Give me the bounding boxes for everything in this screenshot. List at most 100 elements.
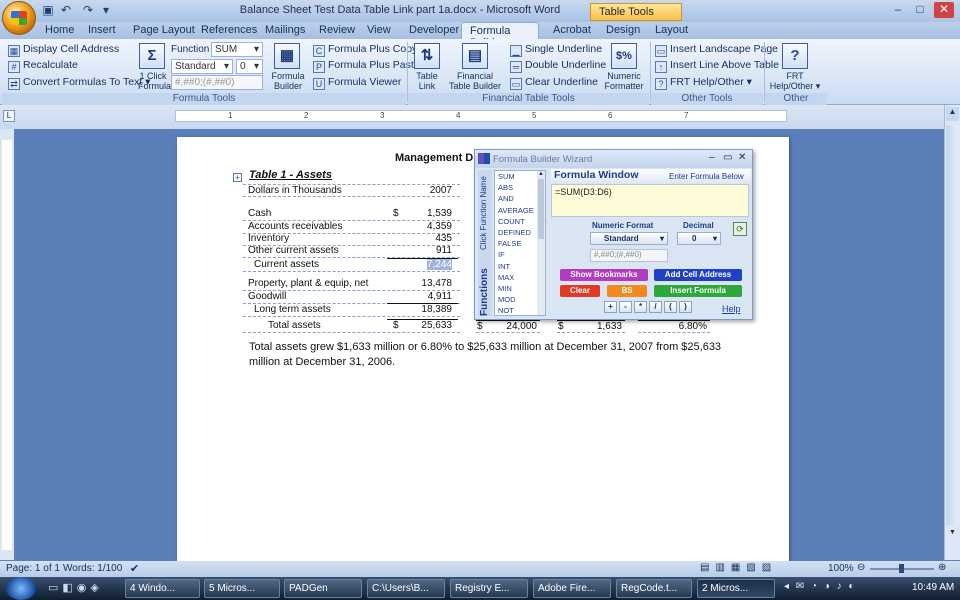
table-row[interactable]: Cash $1,539 xyxy=(243,208,460,221)
clear-underline-button[interactable]: ▭ Clear Underline xyxy=(510,76,598,90)
zoom-in-icon[interactable]: ⊕ xyxy=(938,562,946,573)
tab-home[interactable]: Home xyxy=(45,22,74,39)
function-item[interactable]: ABS xyxy=(498,183,513,192)
minimize-button[interactable]: – xyxy=(888,2,908,18)
quick-launch-icons[interactable]: ▭◧◉◈ xyxy=(48,581,103,594)
tab-insert[interactable]: Insert xyxy=(88,22,116,39)
proofing-icon[interactable]: ✔ xyxy=(130,562,139,575)
function-item[interactable]: FALSE xyxy=(498,239,521,248)
help-link[interactable]: Help xyxy=(722,304,741,314)
zoom-slider-thumb[interactable] xyxy=(899,564,904,573)
convert-formulas-button[interactable]: ⇄ Convert Formulas To Text ▾ xyxy=(8,76,150,90)
tab-references[interactable]: References xyxy=(201,22,257,39)
tab-review[interactable]: Review xyxy=(319,22,355,39)
horizontal-ruler[interactable]: 1 2 3 4 5 6 7 xyxy=(175,110,787,122)
format-select[interactable]: Standard ▾ xyxy=(171,59,233,74)
zoom-out-icon[interactable]: ⊖ xyxy=(857,562,865,573)
scroll-down-icon[interactable]: ▼ xyxy=(946,529,959,539)
page-count[interactable]: Page: 1 of 1 xyxy=(6,563,60,574)
redo-icon[interactable]: ↷ xyxy=(80,3,96,19)
function-select[interactable]: SUM ▾ xyxy=(211,42,263,57)
word-count[interactable]: Words: 1/100 xyxy=(63,563,122,574)
table-row[interactable]: Current assets 7,244 xyxy=(243,259,460,272)
wizard-format-select[interactable]: Standard ▾ xyxy=(590,232,668,245)
table-row[interactable]: Dollars in Thousands 2007 xyxy=(243,184,460,197)
function-item[interactable]: MIN xyxy=(498,284,512,293)
save-icon[interactable]: ▣ xyxy=(40,3,56,19)
operator-button[interactable]: * xyxy=(634,301,647,313)
start-button[interactable] xyxy=(6,577,36,600)
taskbar-item[interactable]: 5 Micros... xyxy=(204,579,280,598)
formula-input[interactable]: =SUM(D3:D6) xyxy=(551,184,749,217)
maximize-button[interactable]: □ xyxy=(910,2,930,18)
function-item[interactable]: SUM xyxy=(498,172,515,181)
table-link-button[interactable]: Table Link xyxy=(410,71,444,91)
total-extra-cell[interactable]: $24,000 xyxy=(476,320,540,333)
table-row[interactable]: Long term assets 18,389 xyxy=(243,304,460,317)
operator-button[interactable]: ) xyxy=(679,301,692,313)
operator-button[interactable]: + xyxy=(604,301,617,313)
customize-qat-icon[interactable]: ▾ xyxy=(98,3,114,19)
formula-plus-paste-button[interactable]: P Formula Plus Paste xyxy=(313,59,420,73)
one-click-formula-button[interactable]: 1 Click Formula xyxy=(138,71,171,91)
table-row[interactable]: Other current assets 911 xyxy=(243,245,460,258)
tray-icons[interactable]: ◂ ✉ ◔ ◑ ♪ ◐ xyxy=(784,581,856,592)
double-underline-button[interactable]: ═ Double Underline xyxy=(510,59,606,73)
function-list-scrollbar[interactable]: ▲ xyxy=(537,171,545,315)
tab-layout[interactable]: Layout xyxy=(655,22,688,39)
tab-page-layout[interactable]: Page Layout xyxy=(133,22,195,39)
frt-help-button[interactable]: FRT Help/Other ▾ xyxy=(767,71,823,92)
insert-formula-button[interactable]: Insert Formula xyxy=(654,285,742,297)
refresh-icon[interactable]: ⟳ xyxy=(733,222,747,236)
taskbar-item[interactable]: 2 Micros... xyxy=(697,579,775,598)
financial-table-builder-button[interactable]: Financial Table Builder xyxy=(446,71,504,91)
taskbar-item[interactable]: Registry E... xyxy=(450,579,528,598)
function-item[interactable]: MOD xyxy=(498,295,516,304)
scroll-thumb[interactable] xyxy=(946,125,959,525)
function-item[interactable]: MAX xyxy=(498,273,514,282)
display-cell-address-button[interactable]: ▦ Display Cell Address xyxy=(8,43,119,57)
scroll-up-icon[interactable]: ▲ xyxy=(946,107,959,121)
tab-selector-icon[interactable]: L xyxy=(3,110,15,122)
formula-viewer-button[interactable]: U Formula Viewer xyxy=(313,76,401,90)
clear-button[interactable]: Clear xyxy=(560,285,600,297)
wizard-decimal-select[interactable]: 0 ▾ xyxy=(677,232,721,245)
wizard-maximize-icon[interactable]: ▭ xyxy=(723,152,732,163)
function-item[interactable]: AND xyxy=(498,194,514,203)
vertical-scrollbar[interactable]: ▲ ▼ xyxy=(944,105,960,560)
taskbar-item[interactable]: 4 Windo... xyxy=(125,579,200,598)
wizard-mask-field[interactable]: #,##0;(#,##0) xyxy=(590,249,668,262)
insert-landscape-button[interactable]: ▭ Insert Landscape Page xyxy=(655,43,778,57)
total-extra-cell[interactable]: $1,633 xyxy=(557,320,625,333)
table-row[interactable]: Property, plant & equip, net 13,478 xyxy=(243,278,460,291)
office-button[interactable] xyxy=(2,1,36,35)
show-bookmarks-button[interactable]: Show Bookmarks xyxy=(560,269,648,281)
operator-button[interactable]: - xyxy=(619,301,632,313)
bs-button[interactable]: BS xyxy=(607,285,647,297)
insert-line-above-button[interactable]: ↑ Insert Line Above Table xyxy=(655,59,779,73)
tab-mailings[interactable]: Mailings xyxy=(265,22,305,39)
table-move-handle-icon[interactable]: + xyxy=(233,173,242,182)
function-item[interactable]: COUNT xyxy=(498,217,525,226)
formula-plus-copy-button[interactable]: C Formula Plus Copy xyxy=(313,43,417,57)
decimal-select[interactable]: 0 ▾ xyxy=(236,59,263,74)
table-row[interactable]: Total assets $25,633 xyxy=(243,320,460,333)
tab-formula-builder[interactable]: Formula Builder xyxy=(461,22,539,49)
total-extra-cell[interactable]: 6.80% xyxy=(638,320,710,333)
tab-view[interactable]: View xyxy=(367,22,391,39)
clock[interactable]: 10:49 AM xyxy=(912,582,954,593)
tab-developer[interactable]: Developer xyxy=(409,22,459,39)
zoom-level[interactable]: 100% xyxy=(828,563,854,574)
function-item[interactable]: IF xyxy=(498,250,505,259)
tab-design[interactable]: Design xyxy=(606,22,640,39)
formula-builder-wizard[interactable]: Formula Builder Wizard – ▭ ✕ Click Funct… xyxy=(474,149,753,320)
function-item[interactable]: NOT xyxy=(498,306,514,315)
close-button[interactable]: ✕ xyxy=(934,2,954,18)
mask-field[interactable]: #,##0;(#,##0) xyxy=(171,75,263,90)
taskbar-item[interactable]: C:\Users\B... xyxy=(367,579,445,598)
recalculate-button[interactable]: # Recalculate xyxy=(8,59,78,73)
summary-paragraph-2[interactable]: million at December 31, 2006. xyxy=(249,356,395,368)
wizard-close-icon[interactable]: ✕ xyxy=(738,152,746,163)
taskbar-item[interactable]: RegCode.t... xyxy=(616,579,692,598)
summary-paragraph[interactable]: Total assets grew $1,633 million or 6.80… xyxy=(249,341,721,353)
